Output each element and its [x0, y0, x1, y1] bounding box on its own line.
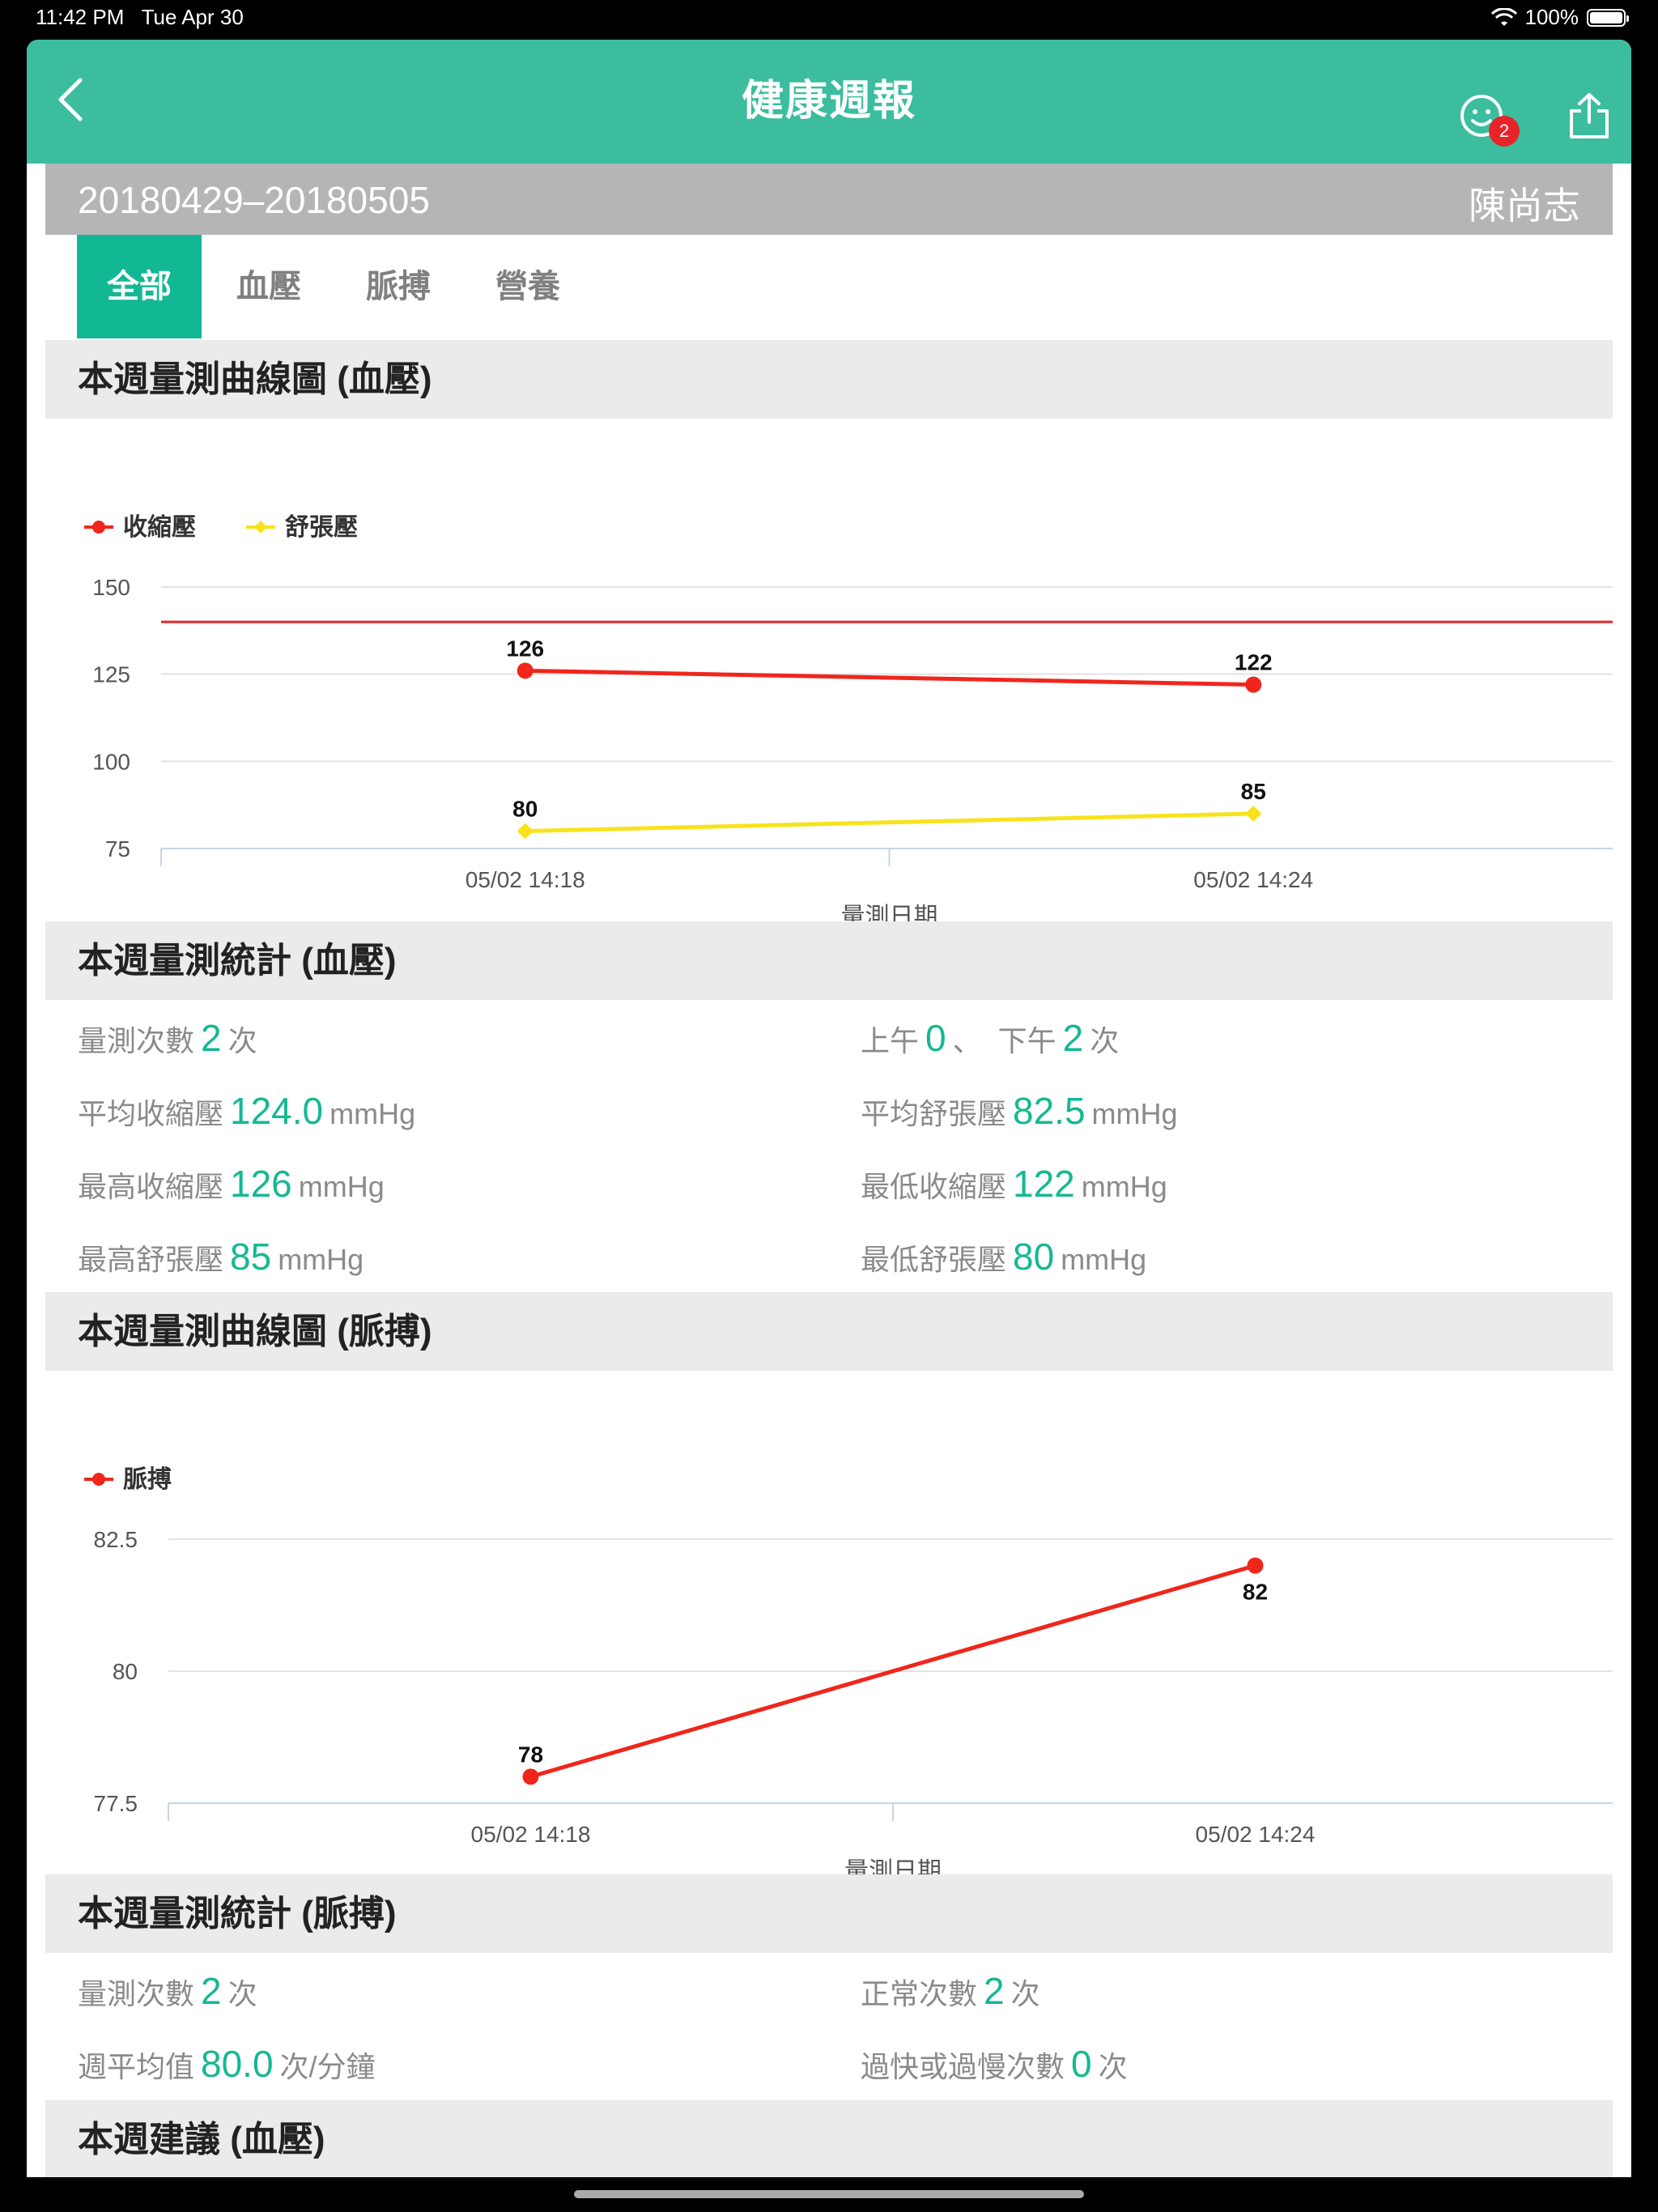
section-header-pulse-stats: 本週量測統計 (脈搏)	[45, 1874, 1613, 1953]
bp-max-systolic-stat: 最高收縮壓 126 mmHg	[78, 1163, 385, 1205]
battery-icon	[1587, 8, 1629, 27]
bp-min-systolic-stat: 最低收縮壓 122 mmHg	[861, 1163, 1167, 1205]
pulse-chart: 脈搏 77.5 80 82.5 05/02 14:18 05/02 14:24 量測日期 78…	[45, 1371, 1613, 1913]
pulse-y-tick-1: 80	[113, 1659, 138, 1684]
date-range-bar: 20180429–20180505 陳尚志	[45, 164, 1613, 235]
date-range: 20180429–20180505	[78, 179, 430, 221]
pulse-y-tick-0: 77.5	[94, 1791, 138, 1816]
bp-avg-systolic-stat: 平均收縮壓 124.0 mmHg	[78, 1090, 416, 1132]
bp-chart: 收縮壓 舒張壓 75 100 125 150 05/02 14:18 05/02 14:24 量…	[45, 419, 1613, 961]
pulse-normal-stat: 正常次數 2 次	[861, 1970, 1040, 2012]
bp-point-1-1	[1245, 805, 1262, 822]
tab-nutrition[interactable]: 營養	[466, 235, 590, 338]
bp-legend-label-0: 收縮壓	[123, 514, 196, 541]
notification-badge: 2	[1489, 116, 1520, 147]
bp-data-label-1-1: 85	[1241, 779, 1266, 804]
status-right: 100%	[1490, 5, 1629, 30]
tab-bar: 全部 血壓 脈搏 營養	[77, 235, 595, 338]
battery-percent: 100%	[1524, 5, 1579, 29]
pulse-point-0-0	[522, 1768, 539, 1785]
pulse-chart-svg: 脈搏77.58082.505/02 14:18 05/02 14:24量測日期78…	[84, 1466, 1613, 1885]
bp-am-pm-stat: 上午 0、 下午 2 次	[861, 1017, 1120, 1059]
bp-x-tick-label-0: 05/02 14:18	[466, 867, 585, 892]
bp-max-diastolic-stat: 最高舒張壓 85 mmHg	[78, 1236, 364, 1278]
bp-point-0-0	[517, 662, 534, 679]
bp-data-label-0-1: 122	[1235, 650, 1273, 675]
bp-point-1-0	[517, 823, 534, 840]
tab-pulse[interactable]: 脈搏	[336, 235, 461, 338]
bp-series-line-1	[525, 811, 1254, 833]
bp-point-0-1	[1245, 676, 1262, 693]
bp-legend-marker-1	[254, 521, 267, 534]
bp-y-tick-0: 75	[105, 836, 130, 861]
pulse-legend-label-0: 脈搏	[123, 1466, 172, 1493]
pulse-y-tick-2: 82.5	[94, 1527, 138, 1552]
pulse-legend-marker-0	[92, 1473, 105, 1486]
bp-data-label-1-0: 80	[512, 796, 538, 821]
bp-chart-svg: 收縮壓 舒張壓7510012515005/02 14:18 05/02 14:24量…	[84, 513, 1613, 930]
status-time: 11:42 PM Tue Apr 30	[36, 5, 244, 29]
pulse-count-stat: 量測次數 2 次	[78, 1970, 257, 2012]
bp-legend-marker-0	[92, 521, 105, 534]
bp-data-label-0-0: 126	[506, 636, 544, 661]
tab-blood-pressure[interactable]: 血壓	[206, 235, 331, 338]
bp-series-line-0	[525, 668, 1254, 687]
pulse-point-0-1	[1247, 1557, 1264, 1574]
bp-stats: 量測次數 2 次 上午 0、 下午 2 次 平均收縮壓 124.0 mmHg 平均舒張壓 82.…	[45, 1000, 1613, 1333]
pulse-data-label-0-0: 78	[518, 1742, 543, 1767]
section-header-pulse-chart: 本週量測曲線圖 (脈搏)	[45, 1292, 1613, 1371]
section-header-bp-stats: 本週量測統計 (血壓)	[45, 921, 1613, 1000]
bp-y-tick-2: 125	[92, 662, 130, 687]
bp-x-tick-label-1: 05/02 14:24	[1193, 867, 1313, 892]
nav-bar: 健康週報 2	[27, 40, 1631, 164]
pulse-x-tick-label-0: 05/02 14:18	[471, 1822, 591, 1847]
pulse-data-label-0-1: 82	[1243, 1580, 1268, 1605]
share-icon[interactable]	[1567, 91, 1612, 140]
wifi-icon	[1490, 7, 1517, 26]
section-header-bp-chart: 本週量測曲線圖 (血壓)	[45, 340, 1613, 419]
bp-avg-diastolic-stat: 平均舒張壓 82.5 mmHg	[861, 1090, 1178, 1132]
pulse-avg-stat: 週平均值 80.0 次/分鐘	[78, 2043, 376, 2085]
pulse-x-tick-label-1: 05/02 14:24	[1196, 1822, 1316, 1847]
status-bar: 11:42 PM Tue Apr 30 100%	[0, 0, 1658, 36]
user-name: 陳尚志	[1469, 185, 1580, 227]
bp-y-tick-3: 150	[92, 575, 130, 600]
bp-legend-label-1: 舒張壓	[285, 513, 358, 541]
page-title: 健康週報	[741, 78, 916, 125]
home-indicator	[574, 2190, 1084, 2198]
bp-y-tick-1: 100	[92, 749, 130, 774]
tab-all[interactable]: 全部	[77, 235, 202, 338]
pulse-abnormal-stat: 過快或過慢次數 0 次	[861, 2043, 1128, 2085]
bp-count-stat: 量測次數 2 次	[78, 1017, 257, 1059]
bp-min-diastolic-stat: 最低舒張壓 80 mmHg	[861, 1236, 1147, 1278]
app-window: 健康週報 2 20180429–20180505 陳尚志 全部 血壓 脈搏 營養…	[27, 40, 1631, 2177]
section-header-bp-advice: 本週建議 (血壓)	[45, 2100, 1613, 2177]
